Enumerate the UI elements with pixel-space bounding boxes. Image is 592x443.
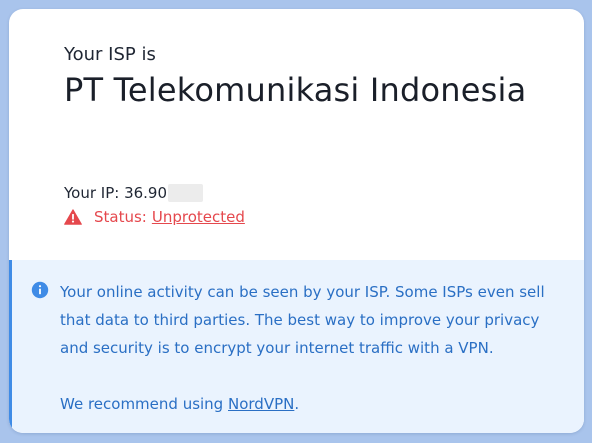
warning-triangle-icon — [64, 209, 82, 225]
notice-message: Your online activity can be seen by your… — [60, 283, 545, 357]
isp-name: PT Telekomunikasi Indonesia — [64, 71, 527, 109]
recommend-prefix: We recommend using — [60, 395, 224, 413]
isp-section: Your ISP is PT Telekomunikasi Indonesia — [64, 43, 564, 109]
protection-status: Status: Unprotected — [64, 207, 245, 227]
isp-tracking-notice: Your online activity can be seen by your… — [9, 260, 584, 433]
vpn-recommendation: We recommend using NordVPN. — [60, 390, 299, 418]
ip-address-text: Your IP: 36.90 — [64, 184, 168, 202]
info-circle-icon — [31, 281, 49, 299]
ip-address-line: Your IP: 36.90 — [64, 183, 204, 203]
status-label: Status: — [94, 208, 147, 226]
ip-redaction-mask — [168, 184, 204, 202]
isp-label: Your ISP is — [64, 44, 156, 65]
recommend-suffix: . — [294, 395, 300, 413]
nordvpn-link[interactable]: NordVPN — [228, 395, 294, 413]
status-value-link[interactable]: Unprotected — [152, 207, 245, 227]
isp-info-card: Your ISP is PT Telekomunikasi Indonesia … — [9, 9, 584, 433]
